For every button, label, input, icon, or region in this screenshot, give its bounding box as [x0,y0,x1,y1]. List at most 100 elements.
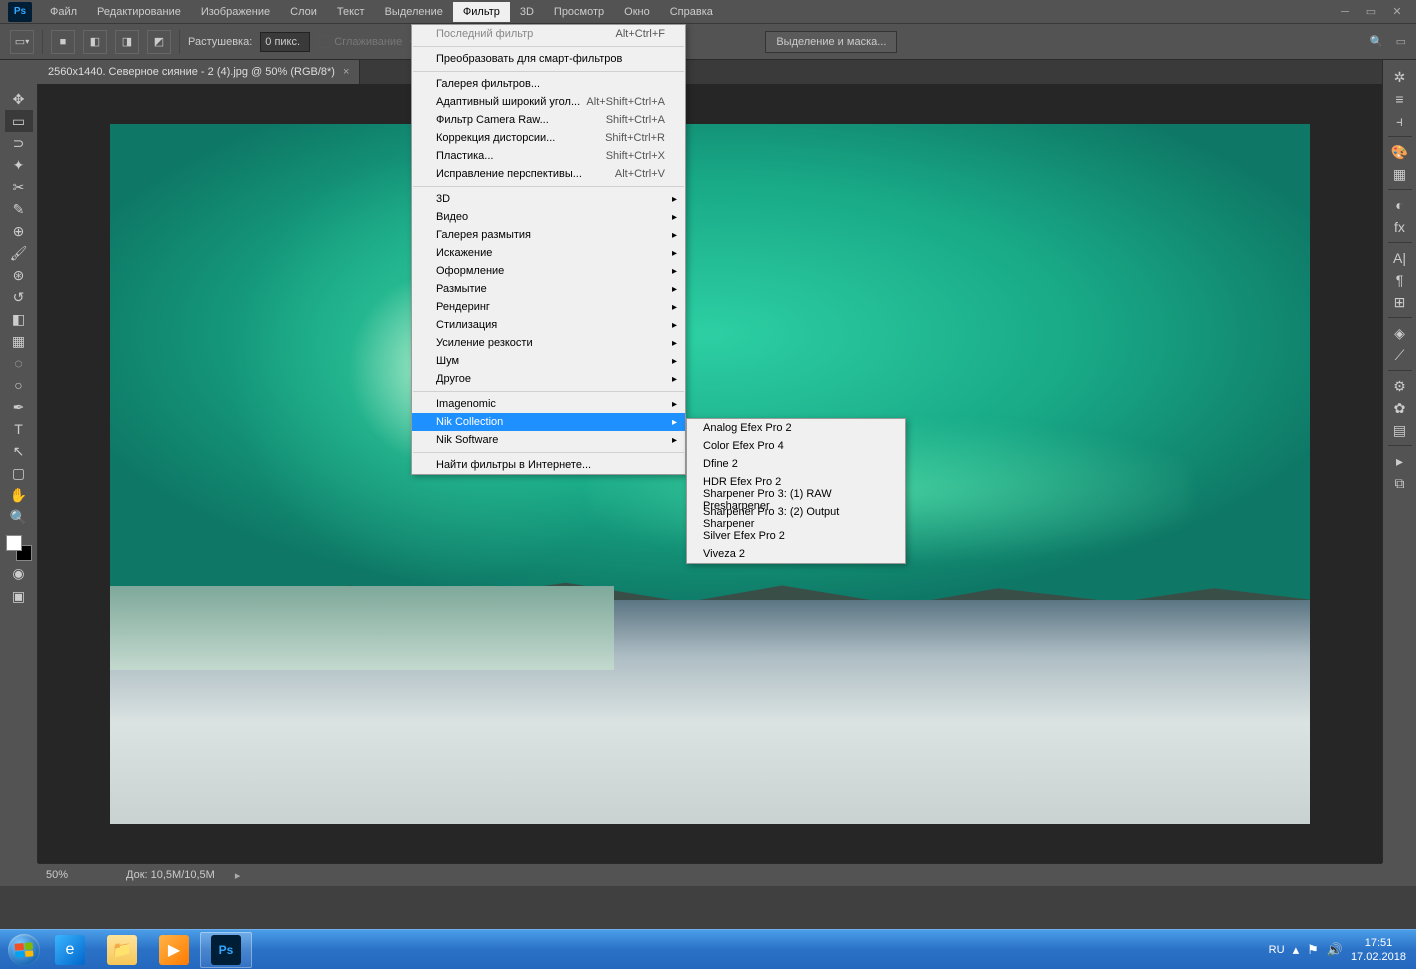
menu-справка[interactable]: Справка [660,2,723,22]
menu-изображение[interactable]: Изображение [191,2,280,22]
close-tab-icon[interactable]: × [343,66,349,78]
filter-menu-item[interactable]: Искажение▸ [412,244,685,262]
menu-выделение[interactable]: Выделение [375,2,453,22]
filter-menu-item[interactable]: Шум▸ [412,352,685,370]
glyphs-panel-icon[interactable]: ⊞ [1388,291,1412,313]
channels-panel-icon[interactable]: ▤ [1388,419,1412,441]
status-arrow-icon[interactable]: ▸ [235,869,241,882]
swatches-panel-icon[interactable]: ▦ [1388,163,1412,185]
menu-3d[interactable]: 3D [510,2,544,22]
nik-submenu-item[interactable]: Sharpener Pro 3: (2) Output Sharpener [687,509,905,527]
filter-menu-item[interactable]: Размытие▸ [412,280,685,298]
brush-settings-panel-icon[interactable]: ⚙ [1388,375,1412,397]
antialias-checkbox-label[interactable]: Сглаживание [334,36,402,48]
path-select-tool[interactable]: ↖ [5,440,33,462]
filter-menu-item[interactable]: Исправление перспективы...Alt+Ctrl+V [412,165,685,183]
language-indicator[interactable]: RU [1269,944,1285,956]
zoom-tool[interactable]: 🔍 [5,506,33,528]
taskbar-ie-icon[interactable]: e [44,932,96,968]
spot-heal-tool[interactable]: ⊕ [5,220,33,242]
filter-menu-item[interactable]: Пластика...Shift+Ctrl+X [412,147,685,165]
compass-panel-icon[interactable]: ✲ [1388,66,1412,88]
filter-menu-item[interactable]: Другое▸ [412,370,685,388]
color-swatches[interactable] [6,535,32,561]
maximize-button[interactable]: ▭ [1364,5,1378,19]
paragraph-panel-icon[interactable]: ¶ [1388,269,1412,291]
filter-menu-item[interactable]: Усиление резкости▸ [412,334,685,352]
filter-menu-item[interactable]: Рендеринг▸ [412,298,685,316]
filter-menu-item[interactable]: Галерея размытия▸ [412,226,685,244]
brush-tool[interactable]: 🖌 [5,242,33,264]
select-and-mask-button[interactable]: Выделение и маска... [765,31,897,53]
document-tab[interactable]: 2560x1440. Северное сияние - 2 (4).jpg @… [38,60,360,84]
filter-menu-item[interactable]: Видео▸ [412,208,685,226]
menu-фильтр[interactable]: Фильтр [453,2,510,22]
quick-mask-icon[interactable]: ◉ [5,562,33,584]
type-tool[interactable]: T [5,418,33,440]
menu-окно[interactable]: Окно [614,2,660,22]
close-button[interactable]: ✕ [1390,5,1404,19]
tool-preset-icon[interactable]: ▭▾ [10,30,34,54]
filter-menu-item[interactable]: Оформление▸ [412,262,685,280]
lasso-tool[interactable]: ⊃ [5,132,33,154]
history-panel-icon[interactable]: ≡ [1388,88,1412,110]
filter-menu-item[interactable]: Галерея фильтров... [412,75,685,93]
menu-файл[interactable]: Файл [40,2,87,22]
magic-wand-tool[interactable]: ✦ [5,154,33,176]
tray-volume-icon[interactable]: 🔊 [1327,942,1343,958]
character-panel-icon[interactable]: A| [1388,247,1412,269]
hand-tool[interactable]: ✋ [5,484,33,506]
histogram-panel-icon[interactable]: ⫞ [1388,110,1412,132]
styles-panel-icon[interactable]: fx [1388,216,1412,238]
layers-panel-icon[interactable]: ◈ [1388,322,1412,344]
add-selection-icon[interactable]: ◧ [83,30,107,54]
filter-menu-item[interactable]: 3D▸ [412,190,685,208]
screen-mode-icon[interactable]: ▣ [5,585,33,607]
eyedropper-tool[interactable]: ✎ [5,198,33,220]
subtract-selection-icon[interactable]: ◨ [115,30,139,54]
start-button[interactable] [4,932,44,968]
crop-tool[interactable]: ✂ [5,176,33,198]
rectangle-tool[interactable]: ▢ [5,462,33,484]
minimize-button[interactable]: ─ [1338,5,1352,19]
brushes-panel-icon[interactable]: ✿ [1388,397,1412,419]
search-icon[interactable]: 🔍 [1370,35,1384,48]
pen-tool[interactable]: ✒ [5,396,33,418]
feather-input[interactable] [260,32,310,52]
filter-menu-item[interactable]: Nik Collection▸ [412,413,685,431]
menu-слои[interactable]: Слои [280,2,327,22]
blur-tool[interactable]: ◌ [5,352,33,374]
filter-menu-item[interactable]: Преобразовать для смарт-фильтров [412,50,685,68]
menu-текст[interactable]: Текст [327,2,375,22]
adjustments-panel-icon[interactable]: ◐ [1388,194,1412,216]
actions-panel-icon[interactable]: ▸ [1388,450,1412,472]
tray-flag-icon[interactable]: ⚑ [1307,942,1319,958]
menu-редактирование[interactable]: Редактирование [87,2,191,22]
filter-menu-item[interactable]: Фильтр Camera Raw...Shift+Ctrl+A [412,111,685,129]
taskbar-explorer-icon[interactable]: 📁 [96,932,148,968]
marquee-tool[interactable]: ▭ [5,110,33,132]
filter-menu-item[interactable]: Стилизация▸ [412,316,685,334]
gradient-tool[interactable]: ▦ [5,330,33,352]
filter-menu-item[interactable]: Найти фильтры в Интернете... [412,456,685,474]
paths-panel-icon[interactable]: ⟋ [1388,344,1412,366]
foreground-color-swatch[interactable] [6,535,22,551]
filter-menu-item[interactable]: Адаптивный широкий угол...Alt+Shift+Ctrl… [412,93,685,111]
history-brush-tool[interactable]: ↺ [5,286,33,308]
taskbar-photoshop-icon[interactable]: Ps [200,932,252,968]
filter-menu-item[interactable]: Nik Software▸ [412,431,685,449]
tray-clock[interactable]: 17:51 17.02.2018 [1351,936,1406,964]
tray-arrow-icon[interactable]: ▴ [1293,942,1300,958]
filter-menu-item[interactable]: Коррекция дисторсии...Shift+Ctrl+R [412,129,685,147]
nik-submenu-item[interactable]: Viveza 2 [687,545,905,563]
zoom-level[interactable]: 50% [46,869,106,881]
filter-menu-item[interactable]: Imagenomic▸ [412,395,685,413]
nik-submenu-item[interactable]: Dfine 2 [687,455,905,473]
timeline-panel-icon[interactable]: ⧉ [1388,472,1412,494]
nik-submenu-item[interactable]: Analog Efex Pro 2 [687,419,905,437]
eraser-tool[interactable]: ◧ [5,308,33,330]
workspace-icon[interactable]: ▭ [1396,35,1406,48]
new-selection-icon[interactable]: ■ [51,30,75,54]
menu-просмотр[interactable]: Просмотр [544,2,614,22]
intersect-selection-icon[interactable]: ◩ [147,30,171,54]
